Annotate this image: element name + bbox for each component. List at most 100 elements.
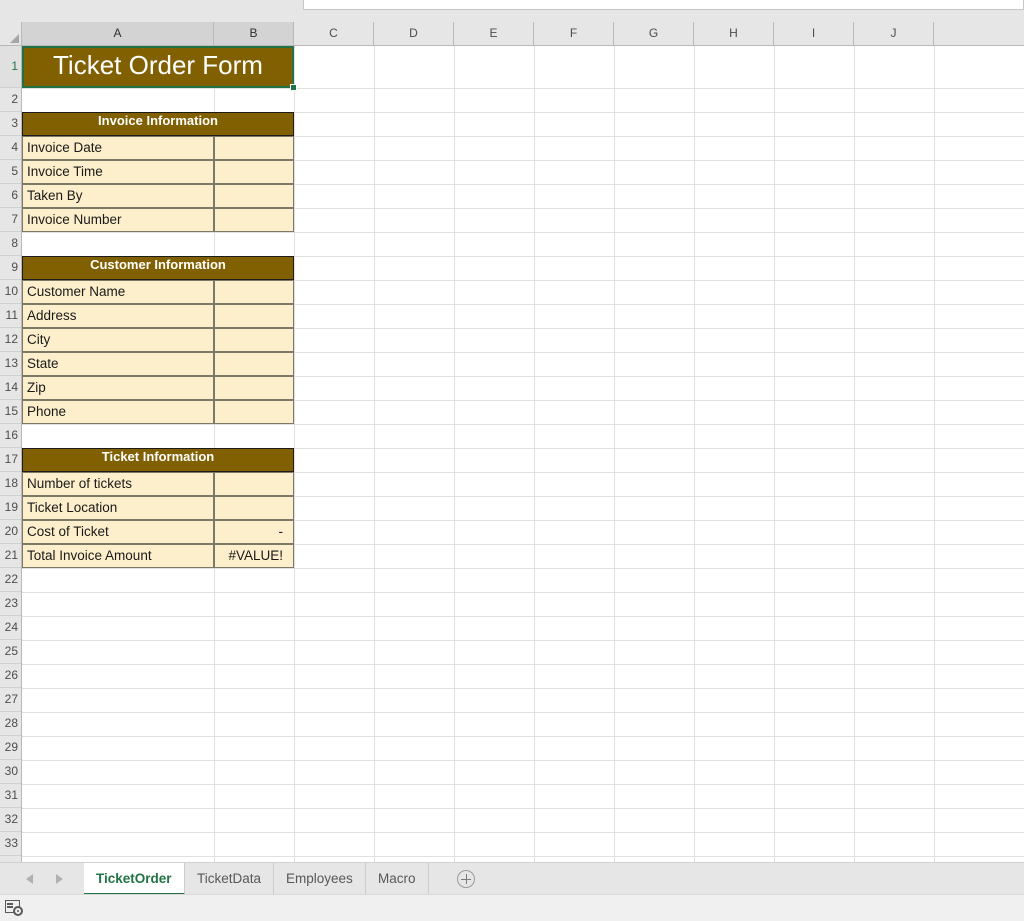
row-header-29[interactable]: 29 — [0, 736, 21, 760]
sheet-tab-employees[interactable]: Employees — [274, 863, 366, 895]
field-value[interactable] — [214, 496, 294, 520]
field-value[interactable] — [214, 328, 294, 352]
row-header-10[interactable]: 10 — [0, 280, 21, 304]
field-label[interactable]: Address — [22, 304, 214, 328]
row-header-26[interactable]: 26 — [0, 664, 21, 688]
row-header-24[interactable]: 24 — [0, 616, 21, 640]
add-sheet-button[interactable] — [457, 870, 475, 888]
sheet-tab-ticketorder[interactable]: TicketOrder — [84, 863, 185, 895]
row-header-21[interactable]: 21 — [0, 544, 21, 568]
row-header-11[interactable]: 11 — [0, 304, 21, 328]
macro-icon-record-dot-inner — [17, 910, 19, 912]
section-banner[interactable]: Ticket Information — [22, 448, 294, 472]
row-header-3[interactable]: 3 — [0, 112, 21, 136]
plus-icon-vertical — [465, 874, 467, 884]
field-value[interactable]: #VALUE! — [214, 544, 294, 568]
column-header-I[interactable]: I — [774, 22, 854, 45]
sheet-tab-macro[interactable]: Macro — [366, 863, 429, 895]
column-header-E[interactable]: E — [454, 22, 534, 45]
row-header-32[interactable]: 32 — [0, 808, 21, 832]
column-header-J[interactable]: J — [854, 22, 934, 45]
formula-bar[interactable] — [303, 0, 1024, 10]
row-header-22[interactable]: 22 — [0, 568, 21, 592]
field-value[interactable] — [214, 280, 294, 304]
row-header-5[interactable]: 5 — [0, 160, 21, 184]
section-banner[interactable]: Invoice Information — [22, 112, 294, 136]
gridline-horizontal — [22, 760, 1024, 761]
field-label[interactable]: Cost of Ticket — [22, 520, 214, 544]
cell-canvas[interactable]: Ticket Order Form Invoice Information Invo… — [22, 46, 1024, 862]
field-label[interactable]: Zip — [22, 376, 214, 400]
field-value[interactable] — [214, 184, 294, 208]
column-header-A[interactable]: A — [22, 22, 214, 45]
field-label[interactable]: Customer Name — [22, 280, 214, 304]
row-header-8[interactable]: 8 — [0, 232, 21, 256]
row-header-12[interactable]: 12 — [0, 328, 21, 352]
row-header-23[interactable]: 23 — [0, 592, 21, 616]
row-header-1[interactable]: 1 — [0, 46, 21, 88]
field-label[interactable]: Phone — [22, 400, 214, 424]
row-header-7[interactable]: 7 — [0, 208, 21, 232]
macro-record-icon[interactable] — [5, 900, 23, 916]
row-header-30[interactable]: 30 — [0, 760, 21, 784]
sheet-title-cell[interactable]: Ticket Order Form — [22, 46, 294, 88]
macro-icon-line — [7, 903, 13, 905]
row-header-14[interactable]: 14 — [0, 376, 21, 400]
field-value[interactable] — [214, 160, 294, 184]
row-header-20[interactable]: 20 — [0, 520, 21, 544]
column-header-F[interactable]: F — [534, 22, 614, 45]
row-header-4[interactable]: 4 — [0, 136, 21, 160]
row-header-18[interactable]: 18 — [0, 472, 21, 496]
column-header-G[interactable]: G — [614, 22, 694, 45]
gridline-vertical — [454, 46, 455, 862]
row-header-19[interactable]: 19 — [0, 496, 21, 520]
field-value[interactable] — [214, 400, 294, 424]
field-label[interactable]: Total Invoice Amount — [22, 544, 214, 568]
row-header-25[interactable]: 25 — [0, 640, 21, 664]
field-value[interactable] — [214, 136, 294, 160]
row-header-33[interactable]: 33 — [0, 832, 21, 856]
column-header-C[interactable]: C — [294, 22, 374, 45]
column-header-H[interactable]: H — [694, 22, 774, 45]
scroll-right-icon[interactable] — [56, 874, 63, 884]
field-label[interactable]: Invoice Number — [22, 208, 214, 232]
field-value[interactable] — [214, 352, 294, 376]
fill-handle[interactable] — [290, 84, 297, 91]
row-header-2[interactable]: 2 — [0, 88, 21, 112]
row-header-9[interactable]: 9 — [0, 256, 21, 280]
row-header-28[interactable]: 28 — [0, 712, 21, 736]
field-value[interactable]: - — [214, 520, 294, 544]
select-all-corner-button[interactable] — [0, 22, 22, 46]
spreadsheet-grid[interactable]: ABCDEFGHIJ 1 2 3 4 5 6 7 8 9 10 11 12 13 14 15 16 17 18 19… — [0, 22, 1024, 862]
column-header-B[interactable]: B — [214, 22, 294, 45]
corner-triangle-icon — [10, 34, 19, 43]
column-header-D[interactable]: D — [374, 22, 454, 45]
field-label[interactable]: State — [22, 352, 214, 376]
field-label[interactable]: Ticket Location — [22, 496, 214, 520]
field-value[interactable] — [214, 208, 294, 232]
field-value[interactable] — [214, 472, 294, 496]
section-banner[interactable]: Customer Information — [22, 256, 294, 280]
row-header-6[interactable]: 6 — [0, 184, 21, 208]
gridline-horizontal — [22, 832, 1024, 833]
row-header-27[interactable]: 27 — [0, 688, 21, 712]
field-label[interactable]: City — [22, 328, 214, 352]
field-label[interactable]: Invoice Date — [22, 136, 214, 160]
gridline-horizontal — [22, 592, 1024, 593]
row-header-16[interactable]: 16 — [0, 424, 21, 448]
sheet-tab-ticketdata[interactable]: TicketData — [185, 863, 275, 895]
row-header-13[interactable]: 13 — [0, 352, 21, 376]
gridline-horizontal — [22, 712, 1024, 713]
row-header-17[interactable]: 17 — [0, 448, 21, 472]
gridline-horizontal — [22, 808, 1024, 809]
field-value[interactable] — [214, 376, 294, 400]
field-label[interactable]: Taken By — [22, 184, 214, 208]
row-header-15[interactable]: 15 — [0, 400, 21, 424]
sheet-nav-arrows[interactable] — [8, 863, 78, 895]
field-value[interactable] — [214, 304, 294, 328]
field-label[interactable]: Number of tickets — [22, 472, 214, 496]
sheet-tab-bar: TicketOrder TicketData Employees Macro — [0, 862, 1024, 895]
scroll-left-icon[interactable] — [26, 874, 33, 884]
field-label[interactable]: Invoice Time — [22, 160, 214, 184]
row-header-31[interactable]: 31 — [0, 784, 21, 808]
